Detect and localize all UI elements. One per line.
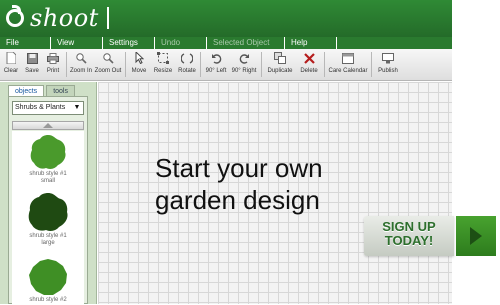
menu-undo[interactable]: Undo — [155, 37, 207, 49]
sign-up-button[interactable]: SIGN UP TODAY! — [364, 216, 454, 256]
zoom-in-label: Zoom In — [69, 68, 92, 74]
sign-up-arrow-button[interactable] — [456, 216, 496, 256]
duplicate-button[interactable]: Duplicate — [264, 49, 296, 80]
rotate-right-button[interactable]: 90° Right — [229, 49, 259, 80]
print-icon — [47, 52, 59, 64]
menu-file[interactable]: File — [0, 37, 51, 49]
zoom-in-button[interactable]: Zoom In — [69, 49, 93, 80]
objects-list: shrub style #1 small shrub style #1 larg… — [12, 131, 84, 305]
shrub-caption: shrub style #2 — [29, 297, 67, 303]
save-icon — [26, 52, 38, 64]
toolbar-divider — [200, 52, 201, 77]
calendar-icon — [342, 52, 354, 64]
headline-line-1: Start your own — [155, 153, 323, 183]
save-label: Save — [25, 68, 39, 74]
publish-icon — [382, 52, 394, 64]
clear-button[interactable]: Clear — [0, 49, 22, 80]
resize-icon — [157, 52, 169, 64]
rotate-button[interactable]: Rotate — [176, 49, 198, 80]
menu-bar: File View Settings Undo Selected Object … — [0, 37, 452, 49]
menu-selected-object[interactable]: Selected Object — [207, 37, 285, 49]
zoom-in-icon — [75, 52, 87, 64]
toolbar-divider — [125, 52, 126, 77]
menu-help[interactable]: Help — [285, 37, 337, 49]
sign-up-line-2: TODAY! — [384, 233, 434, 248]
logo-icon — [6, 5, 24, 27]
canvas-headline: Start your own garden design — [155, 152, 323, 216]
objects-panel: objects tools Shrubs & Plants ▼ shrub st… — [0, 82, 97, 305]
toolbar-divider — [66, 52, 67, 77]
publish-label: Publish — [378, 68, 398, 74]
publish-button[interactable]: Publish — [374, 49, 402, 80]
rotate-icon — [181, 52, 193, 64]
clear-label: Clear — [3, 68, 19, 74]
toolbar: Clear Save Print Zoom In Zoom Out Move R… — [0, 49, 452, 81]
sign-up-line-1: SIGN UP — [382, 219, 436, 234]
shrub-icon — [29, 259, 67, 295]
care-calendar-label: Care Calendar — [328, 68, 368, 74]
list-item-shrub-1-small[interactable]: shrub style #1 small — [12, 133, 84, 185]
app-header: shoot — [0, 0, 452, 37]
rotate-left-label: 90° Left — [205, 68, 227, 74]
tab-tools[interactable]: tools — [46, 85, 75, 96]
rotate-right-label: 90° Right — [231, 68, 257, 74]
shrub-icon — [30, 135, 66, 169]
print-button[interactable]: Print — [42, 49, 64, 80]
delete-icon — [303, 52, 315, 64]
print-label: Print — [46, 68, 60, 74]
category-select[interactable]: Shrubs & Plants ▼ — [12, 101, 84, 115]
rotate-left-icon — [210, 52, 222, 64]
scroll-up-button[interactable] — [12, 121, 84, 130]
shrub-size: large — [41, 240, 55, 246]
panel-tabs: objects tools — [8, 85, 77, 96]
toolbar-divider — [371, 52, 372, 77]
list-item-shrub-2[interactable]: shrub style #2 — [12, 257, 84, 304]
move-button[interactable]: Move — [128, 49, 150, 80]
chevron-down-icon: ▼ — [73, 104, 81, 111]
zoom-out-button[interactable]: Zoom Out — [93, 49, 123, 80]
pointer-icon — [133, 52, 145, 64]
rotate-label: Rotate — [178, 68, 196, 74]
logo-divider — [106, 7, 109, 29]
arrow-up-icon — [43, 123, 53, 128]
logo-text: shoot — [30, 4, 99, 32]
rotate-right-icon — [238, 52, 250, 64]
zoom-out-label: Zoom Out — [94, 68, 122, 74]
rotate-left-button[interactable]: 90° Left — [203, 49, 229, 80]
toolbar-divider — [324, 52, 325, 77]
menu-settings[interactable]: Settings — [103, 37, 155, 49]
delete-button[interactable]: Delete — [296, 49, 322, 80]
toolbar-divider — [261, 52, 262, 77]
move-label: Move — [131, 68, 147, 74]
tab-objects[interactable]: objects — [8, 85, 45, 96]
category-select-value: Shrubs & Plants — [15, 104, 66, 111]
clear-icon — [5, 52, 17, 64]
headline-line-2: garden design — [155, 185, 320, 215]
play-arrow-icon — [470, 227, 482, 245]
shrub-size: small — [40, 178, 55, 184]
shrub-caption: shrub style #1 — [29, 171, 67, 177]
sign-up-label: SIGN UP TODAY! — [364, 220, 454, 248]
resize-button[interactable]: Resize — [150, 49, 176, 80]
care-calendar-button[interactable]: Care Calendar — [327, 49, 369, 80]
duplicate-label: Duplicate — [267, 68, 293, 74]
app-logo[interactable]: shoot — [6, 4, 109, 32]
shrub-icon — [28, 193, 68, 231]
shrub-caption: shrub style #1 — [29, 233, 67, 239]
resize-label: Resize — [153, 68, 173, 74]
delete-label: Delete — [300, 68, 318, 74]
objects-list-container: Shrubs & Plants ▼ shrub style #1 small s… — [8, 96, 88, 305]
zoom-out-icon — [102, 52, 114, 64]
menu-view[interactable]: View — [51, 37, 103, 49]
list-item-shrub-1-large[interactable]: shrub style #1 large — [12, 191, 84, 247]
save-button[interactable]: Save — [22, 49, 42, 80]
duplicate-icon — [274, 52, 286, 64]
